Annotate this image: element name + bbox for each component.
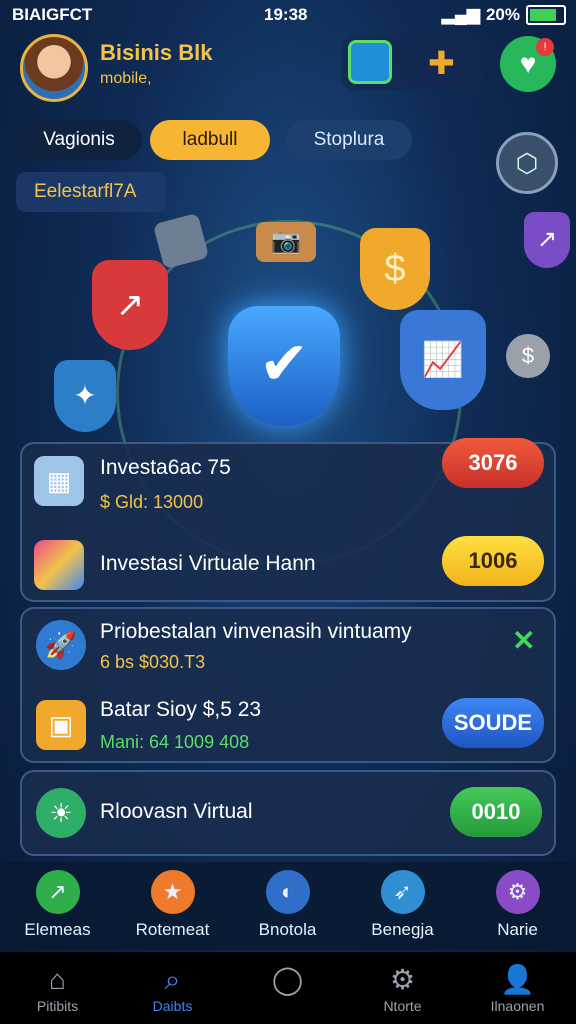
small-blue-shield-icon: ✦ <box>54 360 116 432</box>
notification-badge: ! <box>536 38 554 56</box>
tabbar-label: Daibts <box>152 998 193 1014</box>
tabbar-settings[interactable]: ⚙ Ntorte <box>345 962 460 1014</box>
ear-icon: ◐ <box>265 870 310 914</box>
home-icon: ⌂ <box>49 964 66 995</box>
main-check-shield-icon: ✔ <box>228 306 340 426</box>
card-title: Investasi Virtuale Hann <box>100 552 316 575</box>
calculator-icon: ▦ <box>34 456 84 506</box>
category-chip[interactable]: Eelestarfl7A <box>16 172 166 212</box>
circle-icon: ◯ <box>271 964 304 995</box>
amount-button[interactable]: 1006 <box>442 536 544 586</box>
amount-button[interactable]: SOUDE <box>442 698 544 748</box>
battery-percent: 20% <box>485 5 520 24</box>
nav-label: Elemeas <box>24 920 91 939</box>
status-icons: ▂▄▆ 20% <box>442 5 566 25</box>
app-subtitle: mobile, <box>100 70 152 87</box>
tab-ladbull[interactable]: ladbull <box>150 120 270 160</box>
nav-item-benegja[interactable]: ➶ Benegja <box>345 870 460 940</box>
clock: 19:38 <box>264 5 308 24</box>
tabbar-search[interactable]: ⌕ Daibts <box>115 962 230 1014</box>
nav-item-narie[interactable]: ⚙ Narie <box>460 870 575 940</box>
card-title: Investa6ac 75 <box>100 456 231 479</box>
nav-item-bnotola[interactable]: ◐ Bnotola <box>230 870 345 940</box>
colorful-leaf-icon <box>34 540 84 590</box>
carrier-label: BIAIGFCT <box>12 5 93 24</box>
dollar-shield-icon: $ <box>360 228 430 310</box>
app-title: Bisinis Blk <box>100 40 213 65</box>
red-shield-icon: ↗ <box>92 260 168 350</box>
signal-icon: ▂▄▆ <box>441 5 480 24</box>
gear-icon: ⚙ <box>495 870 540 914</box>
card-title: Priobestalan vinvenasih vintuamy <box>100 620 412 643</box>
nav-item-elemeas[interactable]: ↗ Elemeas <box>0 870 115 940</box>
tabbar-center[interactable]: ◯ <box>230 962 345 998</box>
card-title: Rloovasn Virtual <box>100 800 253 823</box>
tabbar-label: Pitibits <box>36 998 79 1014</box>
person-icon: 👤 <box>500 964 535 995</box>
nav-label: Narie <box>497 920 538 939</box>
battery-icon <box>526 5 566 25</box>
amount-button[interactable]: 0010 <box>450 787 542 837</box>
search-icon: ⌕ <box>164 964 181 995</box>
close-icon[interactable]: ✕ <box>512 624 535 657</box>
camera-icon: 📷 <box>256 222 316 262</box>
tabbar-home[interactable]: ⌂ Pitibits <box>0 962 115 1014</box>
sun-globe-icon: ☀ <box>36 788 86 838</box>
tabbar-label: Ntorte <box>383 998 422 1014</box>
leaf-icon: ↗ <box>35 870 80 914</box>
rocket-icon: ➶ <box>380 870 425 914</box>
avatar[interactable] <box>20 34 88 102</box>
card-sub: $ Gld: 13000 <box>100 492 204 512</box>
cog-icon: ⚙ <box>389 964 416 995</box>
puzzle-icon[interactable]: ✚ <box>428 44 455 82</box>
shield-logo-icon[interactable]: ⬡ <box>496 132 558 194</box>
nav-label: Bnotola <box>258 920 317 939</box>
tab-stoplura[interactable]: Stoplura <box>286 120 412 160</box>
status-bar: BIAIGFCT 19:38 ▂▄▆ 20% <box>0 0 576 30</box>
tabbar-label: Ilnaonen <box>490 998 545 1014</box>
rocket-icon: 🚀 <box>36 620 86 670</box>
coin-icon: $ <box>506 334 550 378</box>
tab-vagionis[interactable]: Vagionis <box>16 120 142 160</box>
amount-button[interactable]: 3076 <box>442 438 544 488</box>
card-title: Batar Sioy $,5 23 <box>100 698 262 721</box>
gold-cube-icon: ▣ <box>36 700 86 750</box>
purple-chart-icon: ↗ <box>524 212 570 268</box>
star-icon: ★ <box>150 870 195 914</box>
nav-label: Benegja <box>371 920 434 939</box>
nav-item-rotemeat[interactable]: ★ Rotemeat <box>115 870 230 940</box>
card-sub: 6 bs $030.T3 <box>100 652 206 672</box>
tabbar-profile[interactable]: 👤 Ilnaonen <box>460 962 575 1014</box>
nav-label: Rotemeat <box>135 920 210 939</box>
grid-icon[interactable] <box>348 40 392 84</box>
blue-growth-shield-icon: 📈 <box>400 310 486 410</box>
card-sub: Mani: 64 1009 408 <box>100 732 250 752</box>
